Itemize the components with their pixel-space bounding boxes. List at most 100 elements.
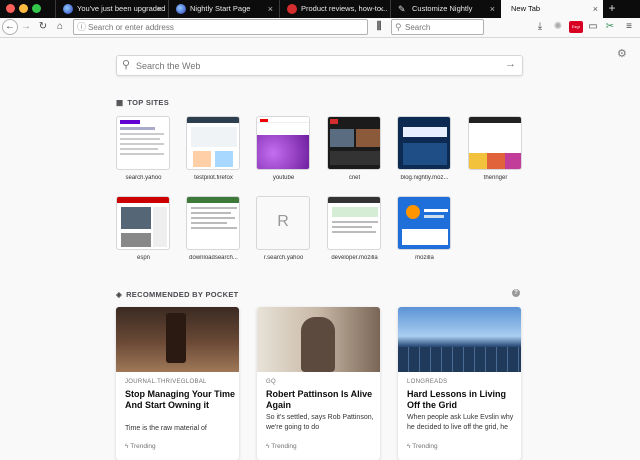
extension-badge-icon[interactable]: Ezgr (569, 21, 583, 33)
pocket-card[interactable]: JOURNAL.THRIVEGLOBAL Stop Managing Your … (116, 307, 239, 460)
extension-gear-icon[interactable]: ✺ (552, 20, 564, 34)
web-search-box[interactable]: ⚲ → (116, 55, 523, 76)
tab-title: Customize Nightly (412, 4, 473, 13)
address-bar[interactable]: ⓘ (73, 19, 368, 35)
tab-strip: You've just been upgraded × Nightly Star… (0, 0, 640, 18)
site-label: testpilot.firefox (194, 175, 233, 181)
nightly-favicon-icon (176, 4, 186, 14)
tab-title: Product reviews, how-to... (301, 4, 388, 13)
top-site-youtube[interactable]: youtube (256, 116, 311, 181)
help-icon[interactable]: ? (512, 289, 520, 297)
top-sites-heading: ▦ TOP SITES (116, 98, 169, 107)
site-thumbnail (397, 116, 451, 170)
site-thumbnail (186, 116, 240, 170)
site-thumbnail: R (256, 196, 310, 250)
card-image (398, 307, 521, 372)
solar-panels-image (398, 347, 521, 372)
trending-label: ϟ Trending (266, 443, 297, 450)
site-label: cnet (348, 175, 361, 181)
close-tab-icon[interactable]: × (490, 0, 495, 18)
site-label: search.yahoo (125, 175, 162, 181)
top-site-cnet[interactable]: cnet (327, 116, 382, 181)
tab-customize-nightly[interactable]: ✎ Customize Nightly × (390, 0, 500, 18)
grid-icon: ▦ (116, 98, 124, 107)
site-thumbnail (186, 196, 240, 250)
top-site-testpilot[interactable]: testpilot.firefox (186, 116, 241, 181)
card-title: Stop Managing Your Time And Start Owning… (125, 389, 236, 410)
site-thumbnail (116, 196, 170, 250)
site-label: espn (136, 255, 150, 261)
site-thumbnail (327, 116, 381, 170)
menu-icon[interactable]: ≡ (623, 20, 635, 34)
site-thumbnail (327, 196, 381, 250)
sidebar-icon[interactable]: ▭ (587, 20, 599, 34)
search-box[interactable]: ⚲ (391, 19, 484, 35)
trending-label: ϟ Trending (125, 443, 156, 450)
cnet-favicon-icon (287, 4, 297, 14)
tab-nightly-start[interactable]: Nightly Start Page × (168, 0, 278, 18)
web-search-input[interactable] (136, 59, 496, 73)
top-site-developer-mozilla[interactable]: developer.mozilla (327, 196, 382, 261)
portrait-image (301, 317, 335, 372)
top-site-mozilla[interactable]: mozilla (397, 196, 452, 261)
downloads-icon[interactable]: ⤓ (534, 20, 546, 34)
pocket-card[interactable]: GQ Robert Pattinson Is Alive Again So it… (257, 307, 380, 460)
forward-button[interactable]: → (20, 19, 32, 35)
tab-new-tab[interactable]: New Tab × (501, 0, 603, 18)
close-window-button[interactable] (6, 4, 15, 13)
screenshot-tool-icon[interactable]: ✂ (604, 20, 616, 34)
card-excerpt: Time is the raw material of (125, 425, 207, 432)
tab-title: You've just been upgraded (77, 4, 166, 13)
minimize-window-button[interactable] (19, 4, 28, 13)
zoom-window-button[interactable] (32, 4, 41, 13)
card-excerpt: So it's settled, says Rob Pattinson, we'… (266, 414, 374, 431)
home-button[interactable]: ⌂ (54, 19, 66, 35)
search-icon: ⚲ (122, 59, 131, 71)
top-site-blog-nightly[interactable]: blog.nightly.moz... (397, 116, 452, 181)
pocket-heading: ◈ RECOMMENDED BY POCKET (116, 290, 239, 299)
top-site-downloadsearch[interactable]: downloadsearch... (186, 196, 241, 261)
card-source: GQ (266, 379, 276, 385)
reload-button[interactable]: ↻ (37, 19, 49, 35)
card-title: Robert Pattinson Is Alive Again (266, 389, 373, 410)
toolbar-search-input[interactable] (405, 20, 481, 34)
back-button[interactable]: ← (2, 19, 18, 35)
site-thumbnail (116, 116, 170, 170)
library-icon[interactable]: ⫼ (373, 20, 385, 34)
card-title: Hard Lessons in Living Off the Grid (407, 389, 507, 410)
site-thumbnail (256, 116, 310, 170)
tab-upgraded[interactable]: You've just been upgraded × (55, 0, 167, 18)
url-input[interactable] (88, 20, 363, 34)
site-label: theringer (483, 175, 508, 181)
card-source: LONGREADS (407, 379, 448, 385)
pocket-icon: ◈ (116, 290, 123, 299)
top-site-r-search-yahoo[interactable]: R r.search.yahoo (256, 196, 311, 261)
info-icon: ⓘ (77, 22, 87, 32)
top-site-search-yahoo[interactable]: search.yahoo (116, 116, 171, 181)
top-site-espn[interactable]: espn (116, 196, 171, 261)
site-label: youtube (272, 175, 295, 181)
tab-product-reviews[interactable]: Product reviews, how-to... × (279, 0, 389, 18)
search-icon: ⚲ (395, 22, 402, 32)
nightly-favicon-icon (63, 4, 73, 14)
card-image (116, 307, 239, 372)
hourglass-image (166, 313, 186, 363)
site-thumbnail (397, 196, 451, 250)
tab-title: Nightly Start Page (190, 4, 251, 13)
settings-gear-icon[interactable]: ⚙ (617, 47, 627, 60)
trending-label: ϟ Trending (407, 443, 438, 450)
site-label: blog.nightly.moz... (400, 175, 449, 181)
search-go-arrow-icon[interactable]: → (505, 58, 516, 70)
site-label: developer.mozilla (331, 255, 378, 261)
close-tab-icon[interactable]: × (379, 0, 384, 18)
new-tab-button[interactable]: + (605, 0, 619, 18)
brush-icon: ✎ (398, 4, 406, 14)
close-tab-icon[interactable]: × (157, 0, 162, 18)
top-site-theringer[interactable]: theringer (468, 116, 523, 181)
close-tab-icon[interactable]: × (593, 0, 598, 18)
site-label: mozilla (415, 255, 434, 261)
card-image (257, 307, 380, 372)
placeholder-letter: R (277, 213, 289, 230)
pocket-card[interactable]: LONGREADS Hard Lessons in Living Off the… (398, 307, 521, 460)
close-tab-icon[interactable]: × (268, 0, 273, 18)
